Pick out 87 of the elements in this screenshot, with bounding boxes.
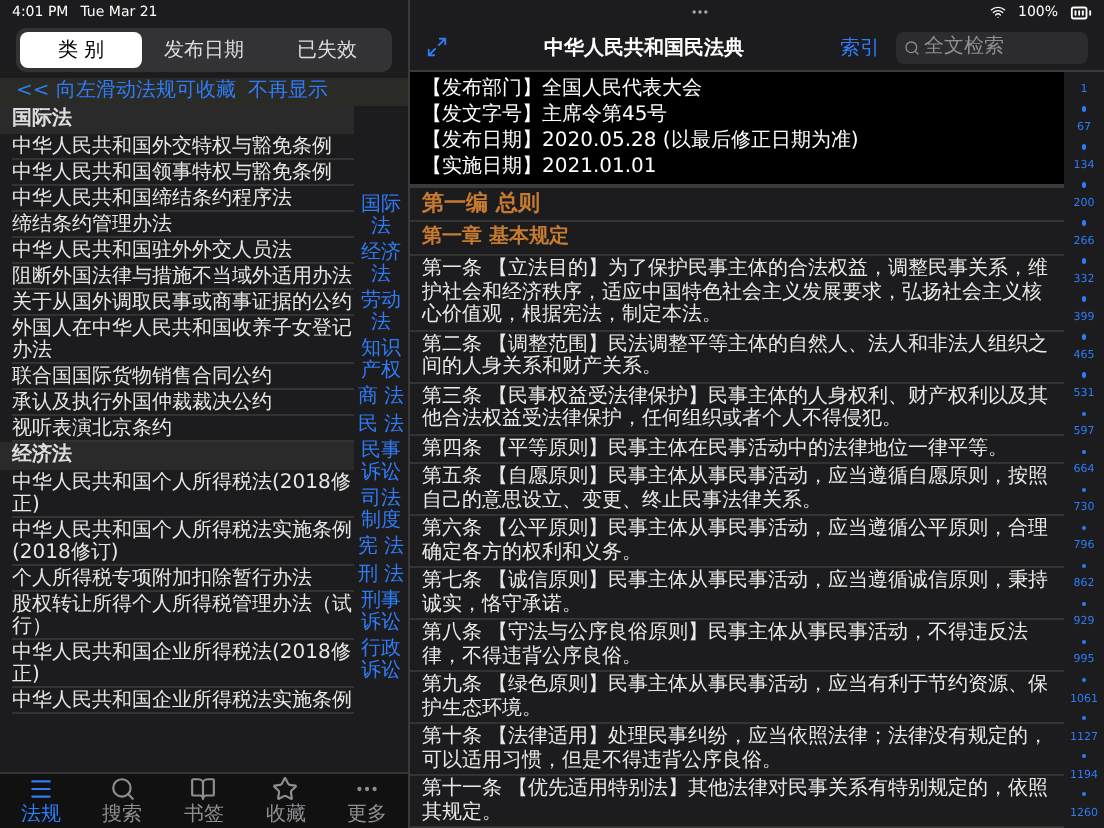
category-index-item[interactable]: 刑 法: [355, 565, 407, 586]
category-index-item[interactable]: 司法制度: [355, 490, 407, 532]
law-list-item[interactable]: 承认及执行外国仲裁裁决公约: [12, 390, 354, 416]
index-dot-icon: [1081, 182, 1087, 188]
meta-line: 【发布日期】2020.05.28 (以最后修正日期为准): [422, 128, 861, 154]
notice-text: << 向左滑动法规可收藏: [16, 80, 236, 104]
index-dot-icon: [1081, 791, 1087, 797]
index-dot-icon: [1081, 106, 1087, 112]
category-index-item[interactable]: 行政诉讼: [355, 640, 407, 682]
index-dot-icon: [1081, 639, 1087, 645]
index-dot-icon: [1081, 715, 1087, 721]
index-dot-icon: [1081, 525, 1087, 531]
part-heading: 第一编 总则: [410, 188, 1064, 222]
category-index-item[interactable]: 劳动法: [355, 292, 407, 334]
index-dot-icon: [1081, 372, 1087, 378]
tab-bar-item[interactable]: 收藏: [244, 774, 327, 828]
category-index-item[interactable]: 宪 法: [355, 538, 407, 559]
meta-line: 【发布部门】全国人民代表大会: [422, 76, 704, 102]
tab-bar-item[interactable]: 法规: [0, 774, 82, 828]
law-list-item[interactable]: 股权转让所得个人所得税管理办法（试行）: [12, 592, 354, 640]
expand-icon[interactable]: [426, 36, 448, 58]
law-list-item[interactable]: 外国人在中华人民共和国收养子女登记办法: [12, 316, 354, 364]
law-list-item[interactable]: 个人所得税专项附加扣除暂行办法: [12, 566, 354, 592]
segment-tab[interactable]: 已失效: [265, 32, 388, 68]
section-header: 经济法: [0, 442, 354, 470]
index-dot-icon: [1081, 601, 1087, 607]
law-list-item[interactable]: 中华人民共和国驻外外交人员法: [12, 238, 354, 264]
law-list-item[interactable]: 中华人民共和国个人所得税法(2018修正): [12, 470, 354, 518]
law-list-item[interactable]: 关于从国外调取民事或商事证据的公约: [12, 290, 354, 316]
search-icon: [109, 776, 136, 802]
search-icon: [904, 39, 920, 55]
index-dot-icon: [1081, 487, 1087, 493]
article-text: 第七条 【诚信原则】民事主体从事民事活动，应当遵循诚信原则，秉持诚实，恪守承诺。: [410, 568, 1064, 620]
index-dot-icon: [1081, 677, 1087, 683]
law-list-item[interactable]: 中华人民共和国外交特权与豁免条例: [12, 134, 354, 160]
index-dot-icon: [1081, 220, 1087, 226]
section-header: 国际法: [0, 106, 354, 134]
search-field[interactable]: 全文检索: [896, 31, 1088, 63]
battery-icon: [1070, 1, 1093, 23]
wifi-icon: [990, 4, 1006, 20]
category-index-item[interactable]: 民事诉讼: [355, 442, 407, 484]
article-text: 第六条 【公平原则】民事主体从事民事活动，应当遵循公平原则，合理确定各方的权利和义务。: [410, 516, 1064, 568]
segment-tab[interactable]: 类 别: [20, 32, 143, 68]
document-title: 中华人民共和国民法典: [542, 35, 746, 61]
index-dot-icon: [1081, 144, 1087, 150]
category-index-item[interactable]: 刑事诉讼: [355, 592, 407, 634]
article-text: 第十一条 【优先适用特别法】其他法律对民事关系有特别规定的，依照其规定。: [410, 776, 1064, 828]
meta-line: 【实施日期】2021.01.01: [422, 154, 659, 180]
star-icon: [272, 776, 299, 802]
law-list-item[interactable]: 中华人民共和国领事特权与豁免条例: [12, 160, 354, 186]
chapter-heading: 第一章 基本规定: [410, 222, 1064, 256]
tab-bar-item[interactable]: 更多: [326, 774, 408, 828]
law-list-item[interactable]: 联合国国际货物销售合同公约: [12, 364, 354, 390]
dismiss-link[interactable]: 不再显示: [248, 80, 328, 104]
index-dot-icon: [1081, 449, 1087, 455]
article-text: 第九条 【绿色原则】民事主体从事民事活动，应当有利于节约资源、保护生态环境。: [410, 672, 1064, 724]
index-dot-icon: [1081, 334, 1087, 340]
category-index-item[interactable]: 国际法: [355, 196, 407, 238]
meta-line: 【发文字号】主席令第45号: [422, 102, 670, 128]
category-index-item[interactable]: 知识产权: [355, 340, 407, 382]
law-list-item[interactable]: 缔结条约管理办法: [12, 212, 354, 238]
segment-tab[interactable]: 发布日期: [142, 32, 266, 68]
article-text: 第一条 【立法目的】为了保护民事主体的合法权益，调整民事关系，维护社会和经济秩序，适应中国特色社会主义发展要求，弘扬社会主义核心价值观，根据宪法，制定本法。: [410, 256, 1064, 331]
law-list-item[interactable]: 中华人民共和国企业所得税法实施条例: [12, 688, 354, 714]
law-list-item[interactable]: 中华人民共和国企业所得税法(2018修正): [12, 640, 354, 688]
menu-icon: [27, 776, 54, 802]
law-list-item[interactable]: 中华人民共和国缔结条约程序法: [12, 186, 354, 212]
category-index-item[interactable]: 商 法: [355, 388, 407, 409]
article-text: 第三条 【民事权益受法律保护】民事主体的人身权利、财产权利以及其他合法权益受法律保护，任何组织或者个人不得侵犯。: [410, 383, 1064, 435]
article-text: 第八条 【守法与公序良俗原则】民事主体从事民事活动，不得违反法律，不得违背公序良俗。: [410, 620, 1064, 672]
book-icon: [190, 776, 217, 802]
tab-bar-item[interactable]: 书签: [163, 774, 245, 828]
index-dot-icon: [1081, 296, 1087, 302]
article-text: 第十条 【法律适用】处理民事纠纷，应当依照法律；法律没有规定的，可以适用习惯，但是不得违背公序良俗。: [410, 724, 1064, 776]
index-dot-icon: [1081, 753, 1087, 759]
article-text: 第二条 【调整范围】民法调整平等主体的自然人、法人和非法人组织之间的人身关系和财产关系。: [410, 331, 1064, 383]
article-text: 第五条 【自愿原则】民事主体从事民事活动，应当遵循自愿原则，按照自己的意思设立、变更、终止民事法律关系。: [410, 464, 1064, 516]
index-dot-icon: [1081, 258, 1087, 264]
category-index-item[interactable]: 民 法: [355, 415, 407, 436]
law-list-item[interactable]: 阻断外国法律与措施不当域外适用办法: [12, 264, 354, 290]
tab-bar-item[interactable]: 搜索: [81, 774, 164, 828]
category-index-item[interactable]: 经济法: [355, 244, 407, 286]
index-dot-icon: [1081, 563, 1087, 569]
law-list-item[interactable]: 中华人民共和国个人所得税法实施条例(2018修订): [12, 518, 354, 566]
index-link[interactable]: 索引: [840, 33, 880, 61]
index-dot-icon: [1081, 411, 1087, 417]
article-text: 第四条 【平等原则】民事主体在民事活动中的法律地位一律平等。: [410, 435, 1064, 464]
